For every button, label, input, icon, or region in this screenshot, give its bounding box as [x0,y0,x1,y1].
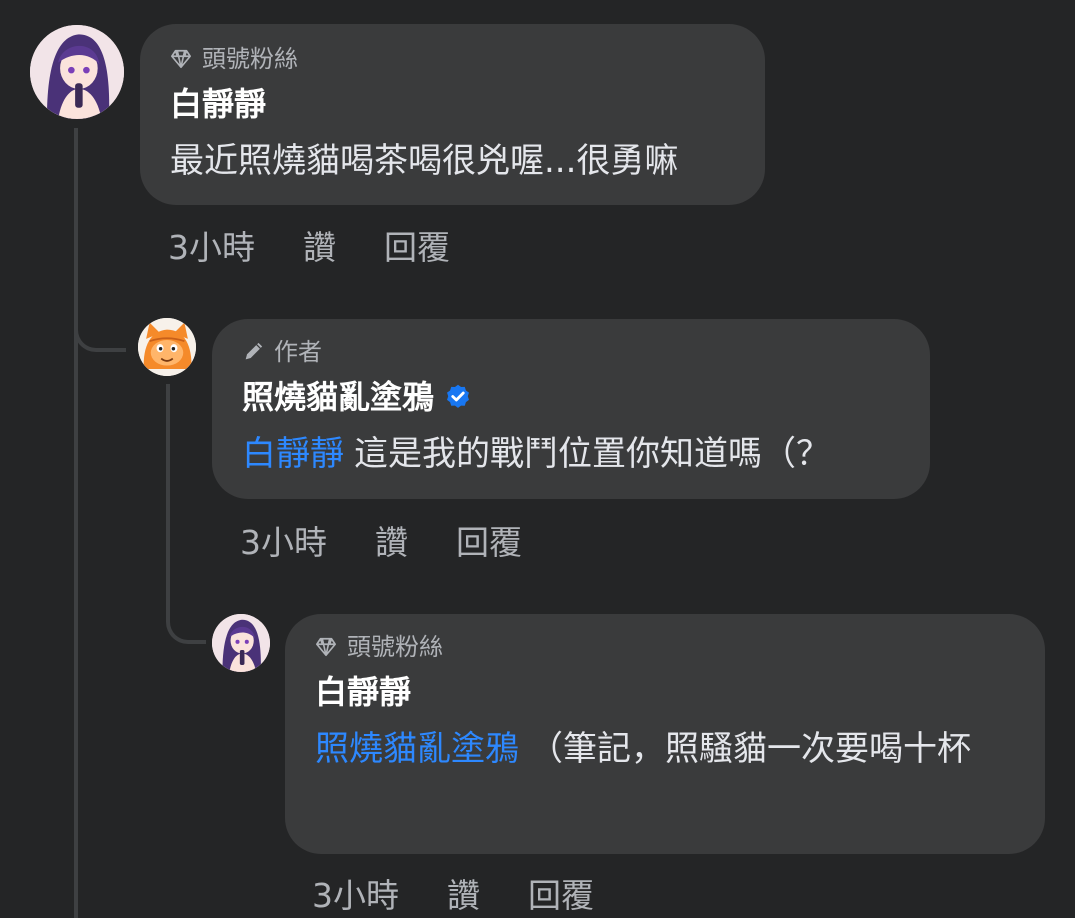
comment-thread: 頭號粉絲 白靜靜 最近照燒貓喝茶喝很兇喔...很勇嘛 3小時 讚 回覆 作者 照… [0,0,1075,918]
fan-badge: 頭號粉絲 [315,632,1015,662]
comment-timestamp[interactable]: 3小時 [168,228,255,268]
commenter-name-text[interactable]: 照燒貓亂塗鴉 [242,375,434,419]
like-button[interactable]: 讚 [303,228,336,268]
author-badge: 作者 [242,337,902,367]
avatar[interactable] [212,614,270,672]
comment-bubble: 頭號粉絲 白靜靜 照燒貓亂塗鴉 （筆記，照騷貓一次要喝十杯 [285,614,1045,854]
thread-line-main [74,128,78,918]
like-button[interactable]: 讚 [447,876,480,916]
reply-button[interactable]: 回覆 [384,228,450,268]
reply-button[interactable]: 回覆 [528,876,594,916]
comment-text: 最近照燒貓喝茶喝很兇喔...很勇嘛 [170,132,737,190]
thread-line-reply [166,384,170,610]
comment-bubble: 作者 照燒貓亂塗鴉 白靜靜 這是我的戰鬥位置你知道嗎（？ [212,319,930,499]
avatar[interactable] [138,318,196,376]
comment-text: 照燒貓亂塗鴉 （筆記，照騷貓一次要喝十杯 [315,720,1015,778]
commenter-name-text[interactable]: 白靜靜 [170,82,266,126]
badge-label: 作者 [274,338,322,366]
commenter-name[interactable]: 照燒貓亂塗鴉 [242,375,902,419]
pen-icon [245,342,263,360]
reply-button[interactable]: 回覆 [456,523,522,563]
like-button[interactable]: 讚 [375,523,408,563]
avatar-orange-cat-icon [138,318,196,376]
comment-actions: 3小時 讚 回覆 [312,876,642,916]
thread-connector-reply-2 [166,596,206,644]
comment-body: （筆記，照騷貓一次要喝十杯 [529,729,971,769]
thread-connector-reply-1 [74,300,126,352]
comment-actions: 3小時 讚 回覆 [240,523,570,563]
comment-timestamp[interactable]: 3小時 [312,876,399,916]
comment-body: 最近照燒貓喝茶喝很兇喔...很勇嘛 [170,141,679,181]
avatar[interactable] [30,25,124,119]
avatar-anime-girl-icon [212,614,270,672]
comment-text: 白靜靜 這是我的戰鬥位置你知道嗎（？ [242,425,902,483]
mention-link[interactable]: 白靜靜 [242,434,344,474]
avatar-anime-girl-icon [30,25,124,119]
commenter-name[interactable]: 白靜靜 [315,670,1015,714]
comment-body: 這是我的戰鬥位置你知道嗎（？ [354,434,830,474]
mention-link[interactable]: 照燒貓亂塗鴉 [315,729,519,769]
comment-timestamp[interactable]: 3小時 [240,523,327,563]
fan-badge: 頭號粉絲 [170,44,737,74]
comment-bubble: 頭號粉絲 白靜靜 最近照燒貓喝茶喝很兇喔...很勇嘛 [140,24,765,205]
diamond-icon [171,49,191,69]
diamond-icon [316,637,336,657]
comment-actions: 3小時 讚 回覆 [168,228,498,268]
verified-badge-icon [447,384,469,408]
commenter-name[interactable]: 白靜靜 [170,82,737,126]
badge-label: 頭號粉絲 [202,45,298,73]
badge-label: 頭號粉絲 [347,633,443,661]
commenter-name-text[interactable]: 白靜靜 [315,670,411,714]
